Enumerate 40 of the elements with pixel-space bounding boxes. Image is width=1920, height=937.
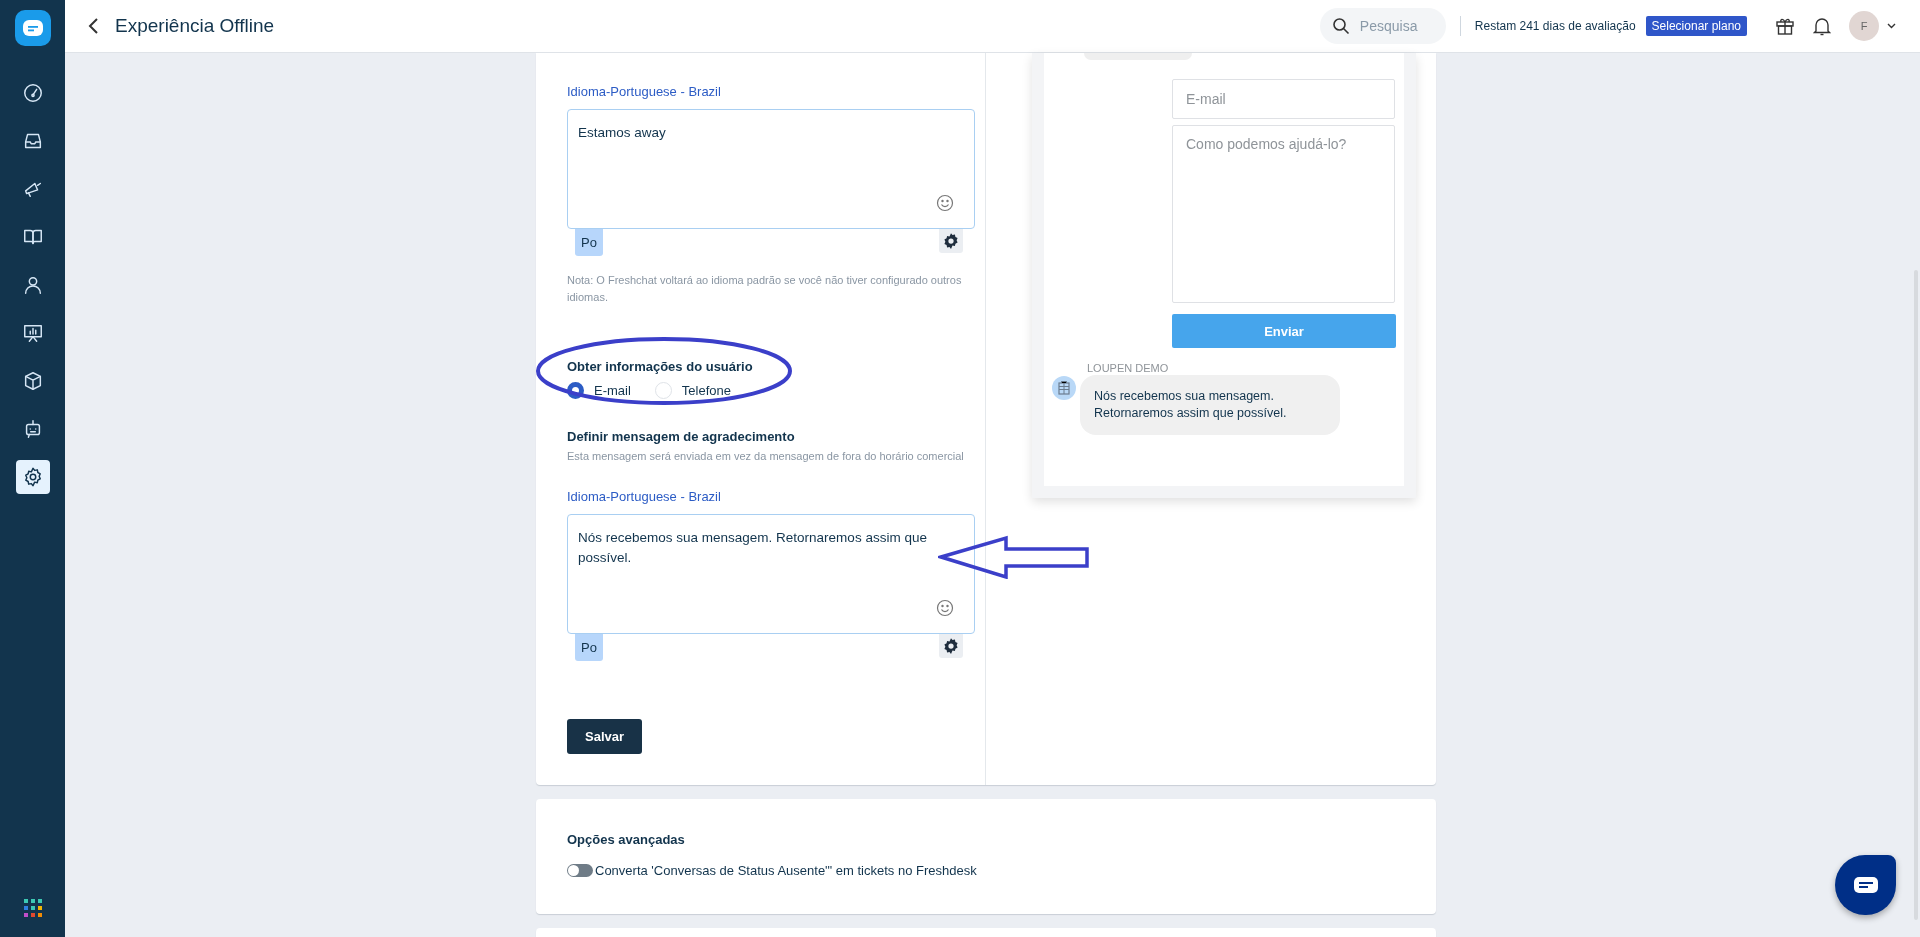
apps-grid-icon[interactable]: [23, 899, 42, 917]
email-field[interactable]: E-mail: [1172, 79, 1395, 119]
search-field[interactable]: Pesquisa: [1319, 8, 1446, 44]
back-icon[interactable]: [87, 17, 99, 35]
language-tag[interactable]: Po: [575, 633, 603, 661]
language-label: Idioma-Portuguese - Brazil: [567, 488, 722, 504]
chat-icon: [1852, 875, 1879, 895]
message-field[interactable]: Como podemos ajudá-lo?: [1172, 125, 1395, 303]
language-label: Idioma-Portuguese - Brazil: [567, 84, 722, 99]
bell-icon[interactable]: [1813, 16, 1831, 36]
away-message-editor[interactable]: Estamos away: [567, 109, 975, 229]
app-logo-icon[interactable]: [14, 10, 51, 46]
toggle-label: Converta 'Conversas de Status Ausente'" em tickets no Freshdesk: [595, 863, 977, 878]
select-plan-button[interactable]: Selecionar plano: [1645, 16, 1747, 36]
save-button[interactable]: Salvar: [567, 718, 643, 754]
chat-bubble: Nós recebemos sua mensagem. Retornaremos assim que possível.: [1080, 375, 1340, 435]
chat-launcher-button[interactable]: [1835, 855, 1896, 915]
settings-icon[interactable]: [939, 229, 963, 253]
settings-icon[interactable]: [939, 633, 963, 658]
gear-icon[interactable]: [15, 460, 50, 494]
note-text: Nota: O Freshchat voltará ao idioma padrão se você não tiver configurado outros idiomas.: [567, 273, 963, 305]
language-tag[interactable]: Po: [575, 229, 603, 256]
gift-icon[interactable]: [1775, 16, 1795, 36]
trial-text: Restam 241 dias de avaliação: [1474, 19, 1636, 33]
hint-text: Esta mensagem será enviada em vez da mensagem de fora do horário comercial: [567, 449, 965, 464]
section-title: Opções avançadas: [567, 832, 686, 847]
thanks-message-editor[interactable]: Nós recebemos sua mensagem. Retornaremos assim que possível.: [567, 513, 975, 634]
agent-name: LOUPEN DEMO: [1087, 362, 1170, 374]
section-label: Definir mensagem de agradecimento: [567, 429, 796, 444]
radio-option[interactable]: Telefone: [654, 382, 731, 399]
search-icon: [1331, 17, 1350, 35]
caret-icon[interactable]: [1887, 23, 1896, 29]
agent-avatar-icon: [1052, 376, 1076, 400]
emoji-icon[interactable]: [936, 598, 954, 617]
toggle-switch[interactable]: [567, 864, 593, 877]
section-label: Obter informações do usuário: [567, 359, 754, 374]
radio-option[interactable]: E-mail: [567, 382, 631, 399]
page-title: Experiência Offline: [115, 15, 275, 37]
user-avatar[interactable]: F: [1849, 11, 1879, 41]
emoji-icon[interactable]: [936, 194, 954, 212]
